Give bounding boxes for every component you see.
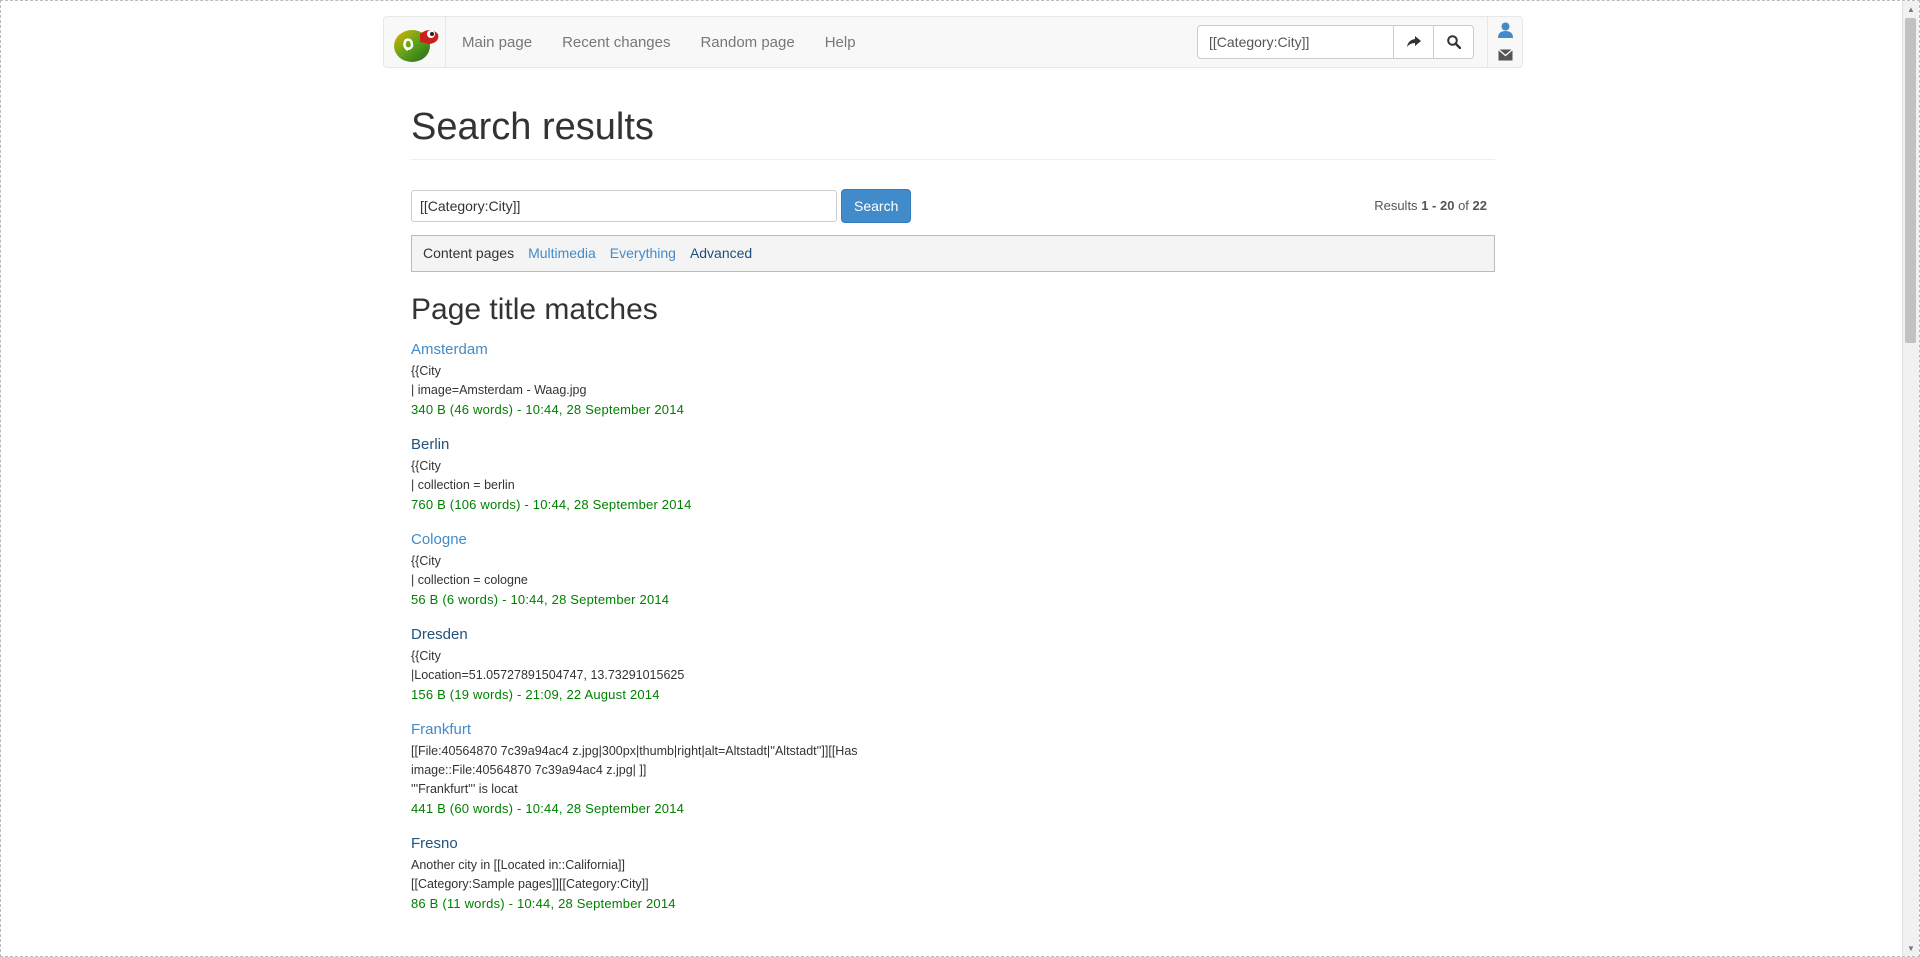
results-of: of [1458,197,1469,213]
page-title: Search results [411,106,1495,160]
list-item: Amsterdam {{City | image=Amsterdam - Waa… [411,341,1495,419]
top-navbar: Main page Recent changes Random page Hel… [383,16,1523,68]
list-item: Berlin {{City | collection = berlin 760 … [411,436,1495,514]
search-icon [1446,35,1461,49]
result-title-link[interactable]: Berlin [411,436,449,453]
result-snippet-line: | image=Amsterdam - Waag.jpg [411,382,587,397]
result-snippet-line: Another city in [[Located in::California… [411,857,626,872]
nav-random-page[interactable]: Random page [685,34,809,51]
result-snippet-line: image::File:40564870 7c39a94ac4 z.jpg| ]… [411,762,647,777]
list-item: Dresden {{City |Location=51.057278915047… [411,626,1495,704]
user-icon [1498,22,1513,38]
scrollbar-thumb[interactable] [1905,18,1916,343]
personal-tools [1487,17,1523,67]
user-menu-button[interactable] [1498,22,1513,43]
list-item: Frankfurt [[File:40564870 7c39a94ac4 z.j… [411,721,1495,818]
nav-recent-changes[interactable]: Recent changes [547,34,685,51]
results-range: 1 - 20 [1421,197,1455,213]
result-snippet-line: {{City [411,363,441,378]
list-item: Cologne {{City | collection = cologne 56… [411,531,1495,609]
result-snippet-line: [[File:40564870 7c39a94ac4 z.jpg|300px|t… [411,743,858,758]
messages-button[interactable] [1498,48,1513,66]
result-snippet-line: {{City [411,648,441,663]
result-title-link[interactable]: Fresno [411,835,458,852]
result-meta: 760 B (106 words) - 10:44, 28 September … [411,496,692,512]
result-meta: 86 B (11 words) - 10:44, 28 September 20… [411,895,676,911]
nav-main-page[interactable]: Main page [447,34,547,51]
site-logo[interactable] [384,17,446,67]
tab-advanced[interactable]: Advanced [690,245,752,261]
result-snippet-line: |Location=51.05727891504747, 13.73291015… [411,667,685,682]
result-list: Amsterdam {{City | image=Amsterdam - Waa… [411,341,1495,913]
search-profile-bar: Content pages Multimedia Everything Adva… [411,234,1495,272]
section-heading: Page title matches [411,292,658,326]
main-content: Search results Search Results 1 - 20 of … [411,91,1495,913]
result-meta: 340 B (46 words) - 10:44, 28 September 2… [411,401,685,417]
nav-help[interactable]: Help [810,34,871,51]
navbar-search-input[interactable] [1197,25,1394,59]
result-snippet-line: [[Category:Sample pages]][[Category:City… [411,876,649,891]
share-arrow-icon [1406,36,1421,47]
result-title-link[interactable]: Dresden [411,626,468,643]
result-title-link[interactable]: Cologne [411,531,467,548]
results-prefix: Results [1374,197,1418,213]
result-snippet-line: | collection = berlin [411,477,515,492]
result-snippet-line: | collection = cologne [411,572,528,587]
go-button[interactable] [1394,25,1434,59]
scroll-up-icon[interactable]: ▲ [1903,1,1919,17]
result-meta: 56 B (6 words) - 10:44, 28 September 201… [411,591,670,607]
search-submit-button[interactable]: Search [841,188,912,223]
results-info: Results 1 - 20 of 22 [1374,198,1487,213]
result-meta: 156 B (19 words) - 21:09, 22 August 2014 [411,686,660,702]
tab-multimedia[interactable]: Multimedia [528,245,596,261]
search-input[interactable] [411,189,837,222]
result-snippet-line: {{City [411,553,441,568]
tab-content-pages[interactable]: Content pages [423,245,514,261]
chameleon-logo-icon [394,30,439,62]
search-button[interactable] [1434,25,1474,59]
vertical-scrollbar[interactable]: ▲ ▼ [1902,1,1919,956]
result-snippet-line: '''Frankfurt''' is locat [411,781,518,796]
tab-everything[interactable]: Everything [610,245,676,261]
navbar-search [1197,25,1474,59]
result-title-link[interactable]: Frankfurt [411,721,471,738]
results-total: 22 [1472,197,1487,213]
scroll-down-icon[interactable]: ▼ [1903,940,1919,956]
nav-links: Main page Recent changes Random page Hel… [447,17,871,67]
envelope-icon [1498,49,1513,61]
result-snippet-line: {{City [411,458,441,473]
list-item: Fresno Another city in [[Located in::Cal… [411,835,1495,913]
result-title-link[interactable]: Amsterdam [411,341,488,358]
result-meta: 441 B (60 words) - 10:44, 28 September 2… [411,800,685,816]
search-form: Search Results 1 - 20 of 22 [411,188,1495,223]
